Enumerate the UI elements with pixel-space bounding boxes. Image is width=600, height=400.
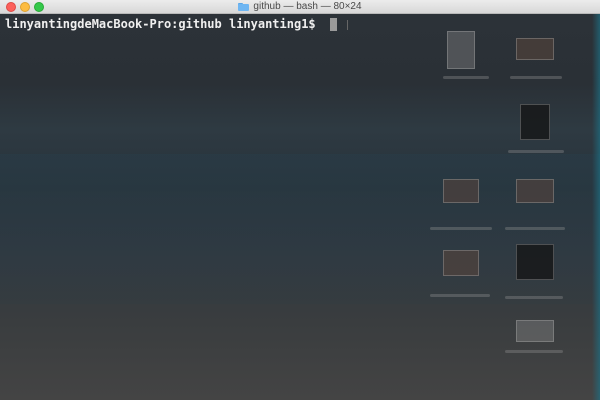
terminal-window: github — bash — 80×24 linyantingdeMacBoo… [0,0,600,400]
mouse-ibeam-icon [347,20,348,30]
desktop-icon-caption [430,294,490,297]
window-title: github — bash — 80×24 [253,1,362,12]
window-title-group: github — bash — 80×24 [0,0,600,14]
desktop-icon-caption [505,350,563,353]
desktop-icon-image [443,179,479,203]
desktop-icon-document [520,104,550,140]
terminal-content[interactable]: linyantingdeMacBook-Pro:github linyantin… [0,14,600,400]
desktop-icon-caption [508,150,564,153]
desktop-icon-image [443,250,479,276]
text-cursor [330,18,337,31]
desktop-icon-caption [430,227,492,230]
desktop-icon-caption [510,76,562,79]
desktop-icon-document [516,244,554,280]
desktop-icon-image [516,38,554,60]
desktop-icon-caption [505,296,563,299]
desktop-icon-document [447,31,475,69]
desktop-icon-image [516,179,554,203]
shell-prompt: linyantingdeMacBook-Pro:github linyantin… [5,17,316,31]
desktop-icon-caption [505,227,565,230]
background-edge [592,14,600,400]
desktop-icon-caption [443,76,489,79]
title-bar[interactable]: github — bash — 80×24 [0,0,600,14]
folder-icon [238,3,250,11]
desktop-icon-image [516,320,554,342]
